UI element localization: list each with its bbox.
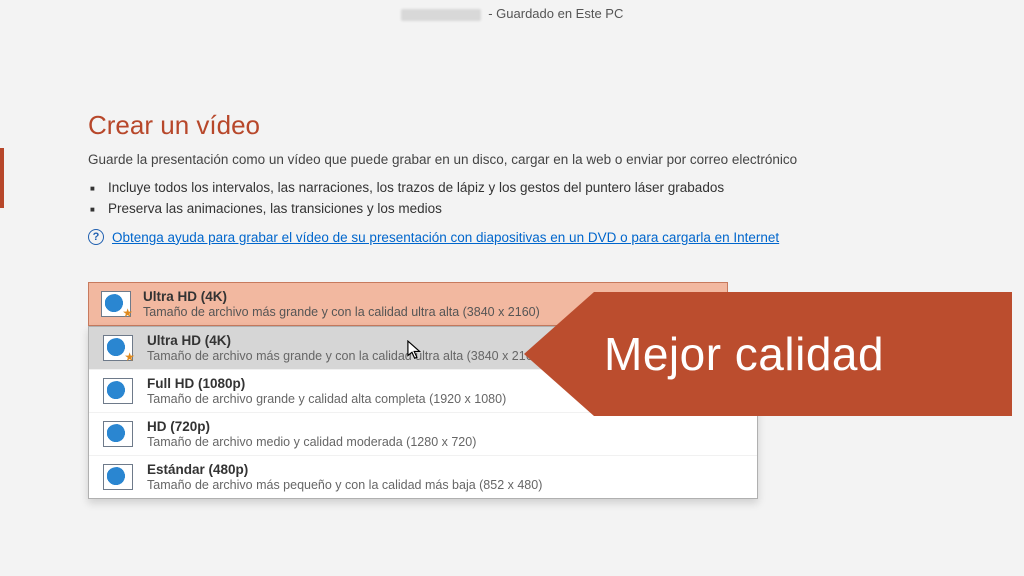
callout-arrow-icon: [524, 292, 594, 416]
help-icon: ?: [88, 229, 104, 245]
page-lead: Guarde la presentación como un vídeo que…: [88, 151, 848, 169]
page-heading: Crear un vídeo: [88, 110, 948, 141]
bullet-item: Incluye todos los intervalos, las narrac…: [108, 177, 948, 198]
star-icon: ★: [122, 306, 133, 320]
quality-option-title: HD (720p): [147, 419, 476, 434]
window-titlebar: - Guardado en Este PC: [0, 6, 1024, 21]
help-row: ? Obtenga ayuda para grabar el vídeo de …: [88, 229, 948, 245]
resolution-icon: [103, 464, 133, 490]
annotation-callout: Mejor calidad: [524, 292, 1012, 416]
quality-selected-desc: Tamaño de archivo más grande y con la ca…: [143, 305, 540, 319]
quality-option-title: Estándar (480p): [147, 462, 542, 477]
export-video-panel: Crear un vídeo Guarde la presentación co…: [88, 110, 948, 245]
quality-option-desc: Tamaño de archivo más pequeño y con la c…: [147, 478, 542, 492]
quality-option-hd[interactable]: HD (720p) Tamaño de archivo medio y cali…: [89, 412, 757, 455]
mouse-cursor-icon: [407, 340, 425, 362]
quality-option-title: Ultra HD (4K): [147, 333, 544, 348]
quality-option-desc: Tamaño de archivo medio y calidad modera…: [147, 435, 476, 449]
resolution-icon: [103, 421, 133, 447]
star-icon: ★: [124, 350, 135, 364]
bullet-item: Preserva las animaciones, las transicion…: [108, 198, 948, 219]
resolution-icon: ★: [101, 291, 131, 317]
quality-option-standard[interactable]: Estándar (480p) Tamaño de archivo más pe…: [89, 455, 757, 498]
quality-option-title: Full HD (1080p): [147, 376, 506, 391]
help-link[interactable]: Obtenga ayuda para grabar el vídeo de su…: [112, 230, 779, 245]
quality-selected-title: Ultra HD (4K): [143, 289, 540, 304]
quality-option-desc: Tamaño de archivo grande y calidad alta …: [147, 392, 506, 406]
resolution-icon: [103, 378, 133, 404]
feature-bullets: Incluye todos los intervalos, las narrac…: [88, 177, 948, 219]
resolution-icon: ★: [103, 335, 133, 361]
quality-option-desc: Tamaño de archivo más grande y con la ca…: [147, 349, 544, 363]
titlebar-suffix: - Guardado en Este PC: [488, 6, 623, 21]
titlebar-filename-blurred: [401, 9, 481, 21]
callout-text: Mejor calidad: [594, 292, 1012, 416]
backstage-accent-strip: [0, 148, 4, 208]
